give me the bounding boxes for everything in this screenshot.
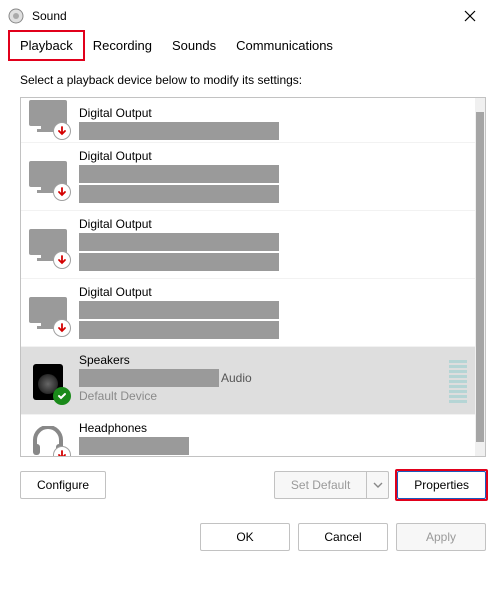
redacted-text xyxy=(79,321,279,339)
device-subline: Audio xyxy=(79,369,445,387)
redacted-text xyxy=(79,185,279,203)
set-default-button[interactable]: Set Default xyxy=(274,471,367,499)
device-row[interactable]: Digital Output xyxy=(21,142,475,210)
down-arrow-badge-icon xyxy=(53,319,71,337)
redacted-text xyxy=(79,369,219,387)
close-button[interactable] xyxy=(448,1,492,31)
headphones-icon xyxy=(27,420,69,457)
down-arrow-badge-icon xyxy=(53,251,71,269)
window-title: Sound xyxy=(32,9,448,23)
tab-sounds[interactable]: Sounds xyxy=(162,32,226,59)
device-listbox: Digital Output Digital Output xyxy=(20,97,486,457)
monitor-icon xyxy=(27,98,69,138)
redacted-text xyxy=(79,301,279,319)
device-row-selected[interactable]: Speakers Audio Default Device xyxy=(21,346,475,414)
device-name-label: Digital Output xyxy=(79,217,469,231)
properties-button[interactable]: Properties xyxy=(397,471,486,499)
down-arrow-badge-icon xyxy=(53,446,71,457)
redacted-text xyxy=(79,122,279,140)
redacted-text xyxy=(79,253,279,271)
device-status-label: Default Device xyxy=(79,389,445,403)
monitor-icon xyxy=(27,225,69,267)
cancel-button[interactable]: Cancel xyxy=(298,523,388,551)
chevron-down-icon xyxy=(373,482,383,488)
set-default-dropdown[interactable] xyxy=(367,471,389,499)
redacted-text xyxy=(79,233,279,251)
tab-playback[interactable]: Playback xyxy=(8,30,85,61)
monitor-icon xyxy=(27,157,69,199)
device-row[interactable]: Digital Output xyxy=(21,210,475,278)
device-name-label: Speakers xyxy=(79,353,445,367)
device-row[interactable]: Digital Output xyxy=(21,98,475,142)
tab-recording[interactable]: Recording xyxy=(83,32,162,59)
titlebar: Sound xyxy=(0,0,500,32)
down-arrow-badge-icon xyxy=(53,183,71,201)
down-arrow-badge-icon xyxy=(53,122,71,140)
speaker-icon xyxy=(27,361,69,403)
scrollbar[interactable] xyxy=(475,98,485,456)
apply-button[interactable]: Apply xyxy=(396,523,486,551)
configure-button[interactable]: Configure xyxy=(20,471,106,499)
device-name-label: Headphones xyxy=(79,421,469,435)
tabs: Playback Recording Sounds Communications xyxy=(0,32,500,59)
device-row[interactable]: Headphones xyxy=(21,414,475,456)
redacted-text xyxy=(79,437,189,455)
redacted-text xyxy=(79,165,279,183)
device-name-label: Digital Output xyxy=(79,285,469,299)
device-name-label: Digital Output xyxy=(79,149,469,163)
scroll-thumb[interactable] xyxy=(476,112,484,442)
tab-communications[interactable]: Communications xyxy=(226,32,343,59)
device-row[interactable]: Digital Output xyxy=(21,278,475,346)
monitor-icon xyxy=(27,293,69,335)
set-default-group: Set Default xyxy=(274,471,389,499)
level-meter xyxy=(445,360,469,403)
sound-window-icon xyxy=(8,8,24,24)
ok-button[interactable]: OK xyxy=(200,523,290,551)
device-name-label: Digital Output xyxy=(79,106,469,120)
hint-text: Select a playback device below to modify… xyxy=(20,73,486,87)
check-badge-icon xyxy=(53,387,71,405)
